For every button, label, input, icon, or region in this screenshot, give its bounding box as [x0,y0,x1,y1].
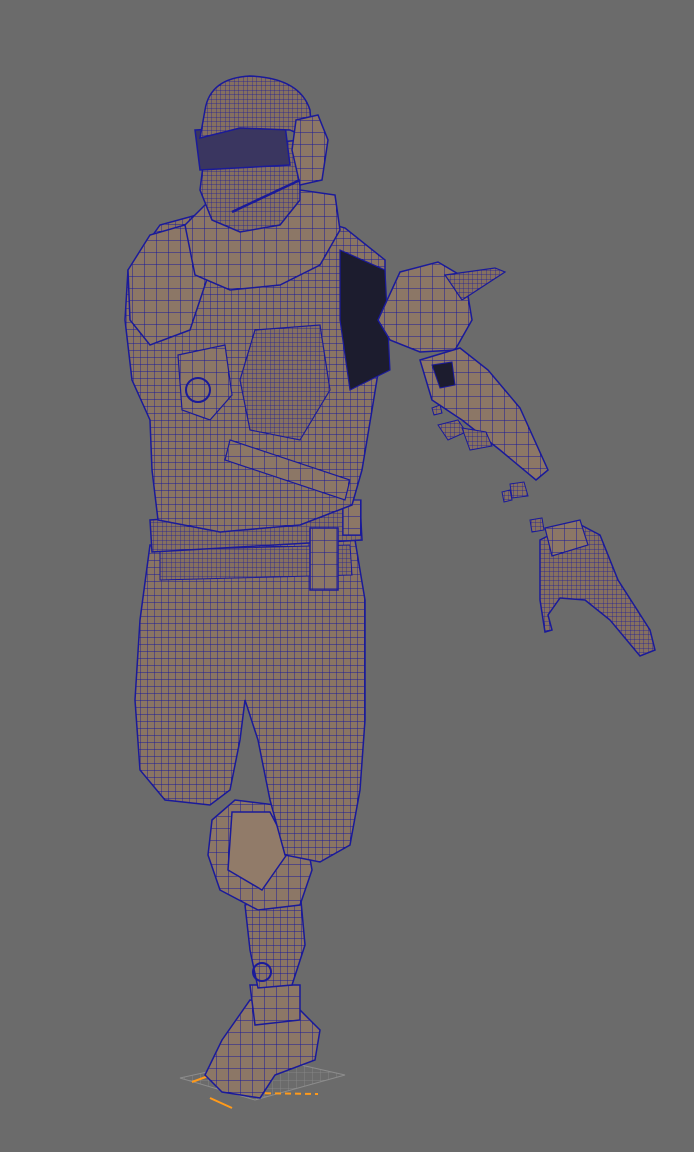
right-hand[interactable] [539,519,656,657]
viewport-canvas[interactable] [0,0,694,1152]
head[interactable] [194,124,301,233]
maya-viewport[interactable] [0,0,694,1152]
right-upper-arm[interactable] [377,261,507,353]
